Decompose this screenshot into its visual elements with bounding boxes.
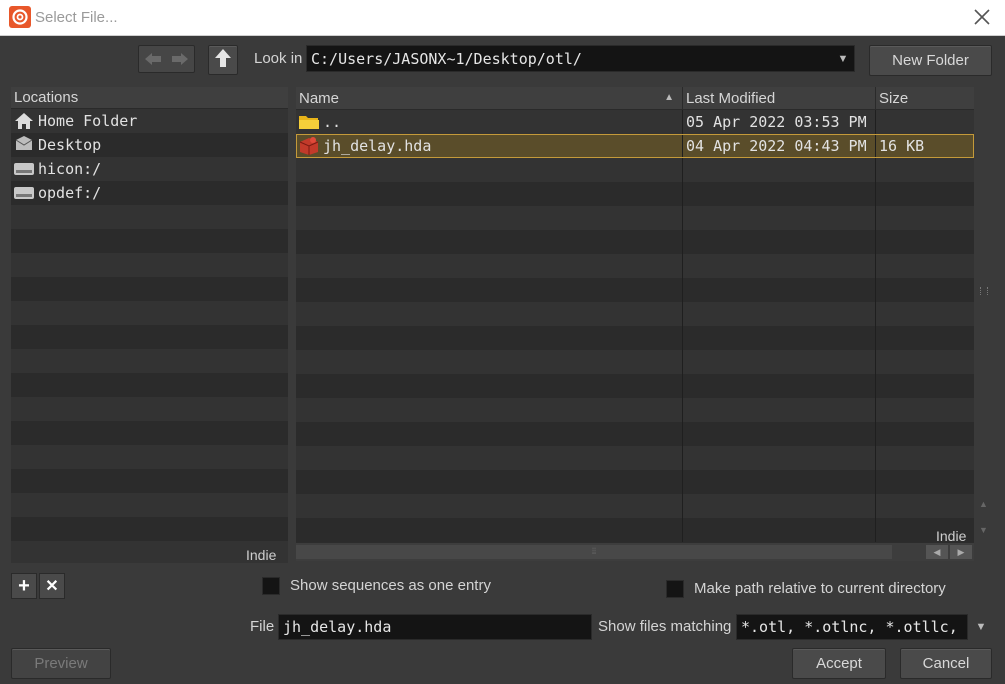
horizontal-scrollbar[interactable]: ⦙⦙ ◀ ▶	[296, 543, 974, 561]
parent-folder-button[interactable]	[208, 45, 238, 75]
column-header-size[interactable]: Size	[876, 87, 974, 109]
new-folder-button[interactable]: New Folder	[869, 45, 992, 76]
file-row[interactable]: .. 05 Apr 2022 03:53 PM	[296, 110, 974, 134]
relative-path-label: Make path relative to current directory	[694, 580, 946, 597]
look-in-label: Look in	[254, 50, 303, 67]
scroll-left-icon[interactable]: ◀	[926, 545, 948, 559]
folder-icon	[298, 112, 320, 132]
location-item-desktop[interactable]: Desktop	[11, 133, 288, 157]
desktop-icon	[13, 135, 35, 155]
file-filter-input[interactable]: *.otl, *.otlnc, *.otllc,	[736, 614, 968, 640]
back-arrow-icon[interactable]	[139, 46, 167, 72]
drive-icon	[13, 183, 35, 203]
indie-watermark: Indie	[246, 547, 277, 563]
cancel-button[interactable]: Cancel	[900, 648, 992, 679]
location-item-hicon[interactable]: hicon:/	[11, 157, 288, 181]
up-arrow-icon	[214, 48, 232, 72]
location-item-home[interactable]: Home Folder	[11, 109, 288, 133]
history-nav	[138, 45, 195, 73]
column-header-last-modified[interactable]: Last Modified	[683, 87, 876, 109]
show-sequences-checkbox[interactable]	[262, 577, 280, 595]
scrollbar-grip-icon	[980, 287, 988, 295]
add-location-button[interactable]: +	[11, 573, 37, 599]
indie-watermark: Indie	[936, 528, 967, 544]
relative-path-checkbox[interactable]	[666, 580, 684, 598]
location-item-opdef[interactable]: opdef:/	[11, 181, 288, 205]
locations-panel: Locations Home Folder Desktop hicon:/ op…	[11, 87, 288, 563]
file-list-panel: Name ▲ Last Modified Size .. 05 Apr 2022…	[296, 87, 974, 543]
vertical-scrollbar[interactable]: ▲ ▼	[974, 87, 996, 543]
scrollbar-grip-icon: ⦙⦙	[592, 546, 597, 556]
title-bar: Select File...	[0, 0, 1005, 36]
remove-location-button[interactable]: ✕	[39, 573, 65, 599]
hda-package-icon	[298, 136, 320, 156]
x-icon: ✕	[45, 578, 59, 595]
home-icon	[13, 111, 35, 131]
houdini-logo-icon	[9, 6, 31, 28]
look-in-path-input[interactable]: C:/Users/JASONX~1/Desktop/otl/	[306, 45, 855, 72]
locations-header: Locations	[11, 87, 288, 109]
chevron-down-icon[interactable]: ▼	[970, 614, 992, 640]
scroll-up-icon[interactable]: ▲	[979, 499, 988, 509]
column-header-name[interactable]: Name ▲	[296, 87, 683, 109]
filter-label: Show files matching	[598, 618, 732, 635]
file-name-input[interactable]: jh_delay.hda	[278, 614, 592, 640]
accept-button[interactable]: Accept	[792, 648, 886, 679]
show-sequences-label: Show sequences as one entry	[290, 577, 491, 594]
window-title: Select File...	[35, 9, 118, 26]
preview-button[interactable]: Preview	[11, 648, 111, 679]
sort-ascending-icon: ▲	[664, 92, 674, 103]
scroll-right-icon[interactable]: ▶	[950, 545, 972, 559]
forward-arrow-icon[interactable]	[167, 46, 195, 72]
plus-icon: +	[18, 574, 30, 597]
file-label: File	[250, 618, 275, 635]
chevron-down-icon[interactable]: ▼	[832, 45, 854, 72]
file-row-selected[interactable]: jh_delay.hda 04 Apr 2022 04:43 PM 16 KB	[296, 134, 974, 158]
panel-splitter[interactable]	[288, 87, 296, 563]
close-icon[interactable]	[969, 4, 995, 30]
drive-icon	[13, 159, 35, 179]
file-list-header: Name ▲ Last Modified Size	[296, 87, 974, 110]
scroll-down-icon[interactable]: ▼	[979, 525, 988, 535]
